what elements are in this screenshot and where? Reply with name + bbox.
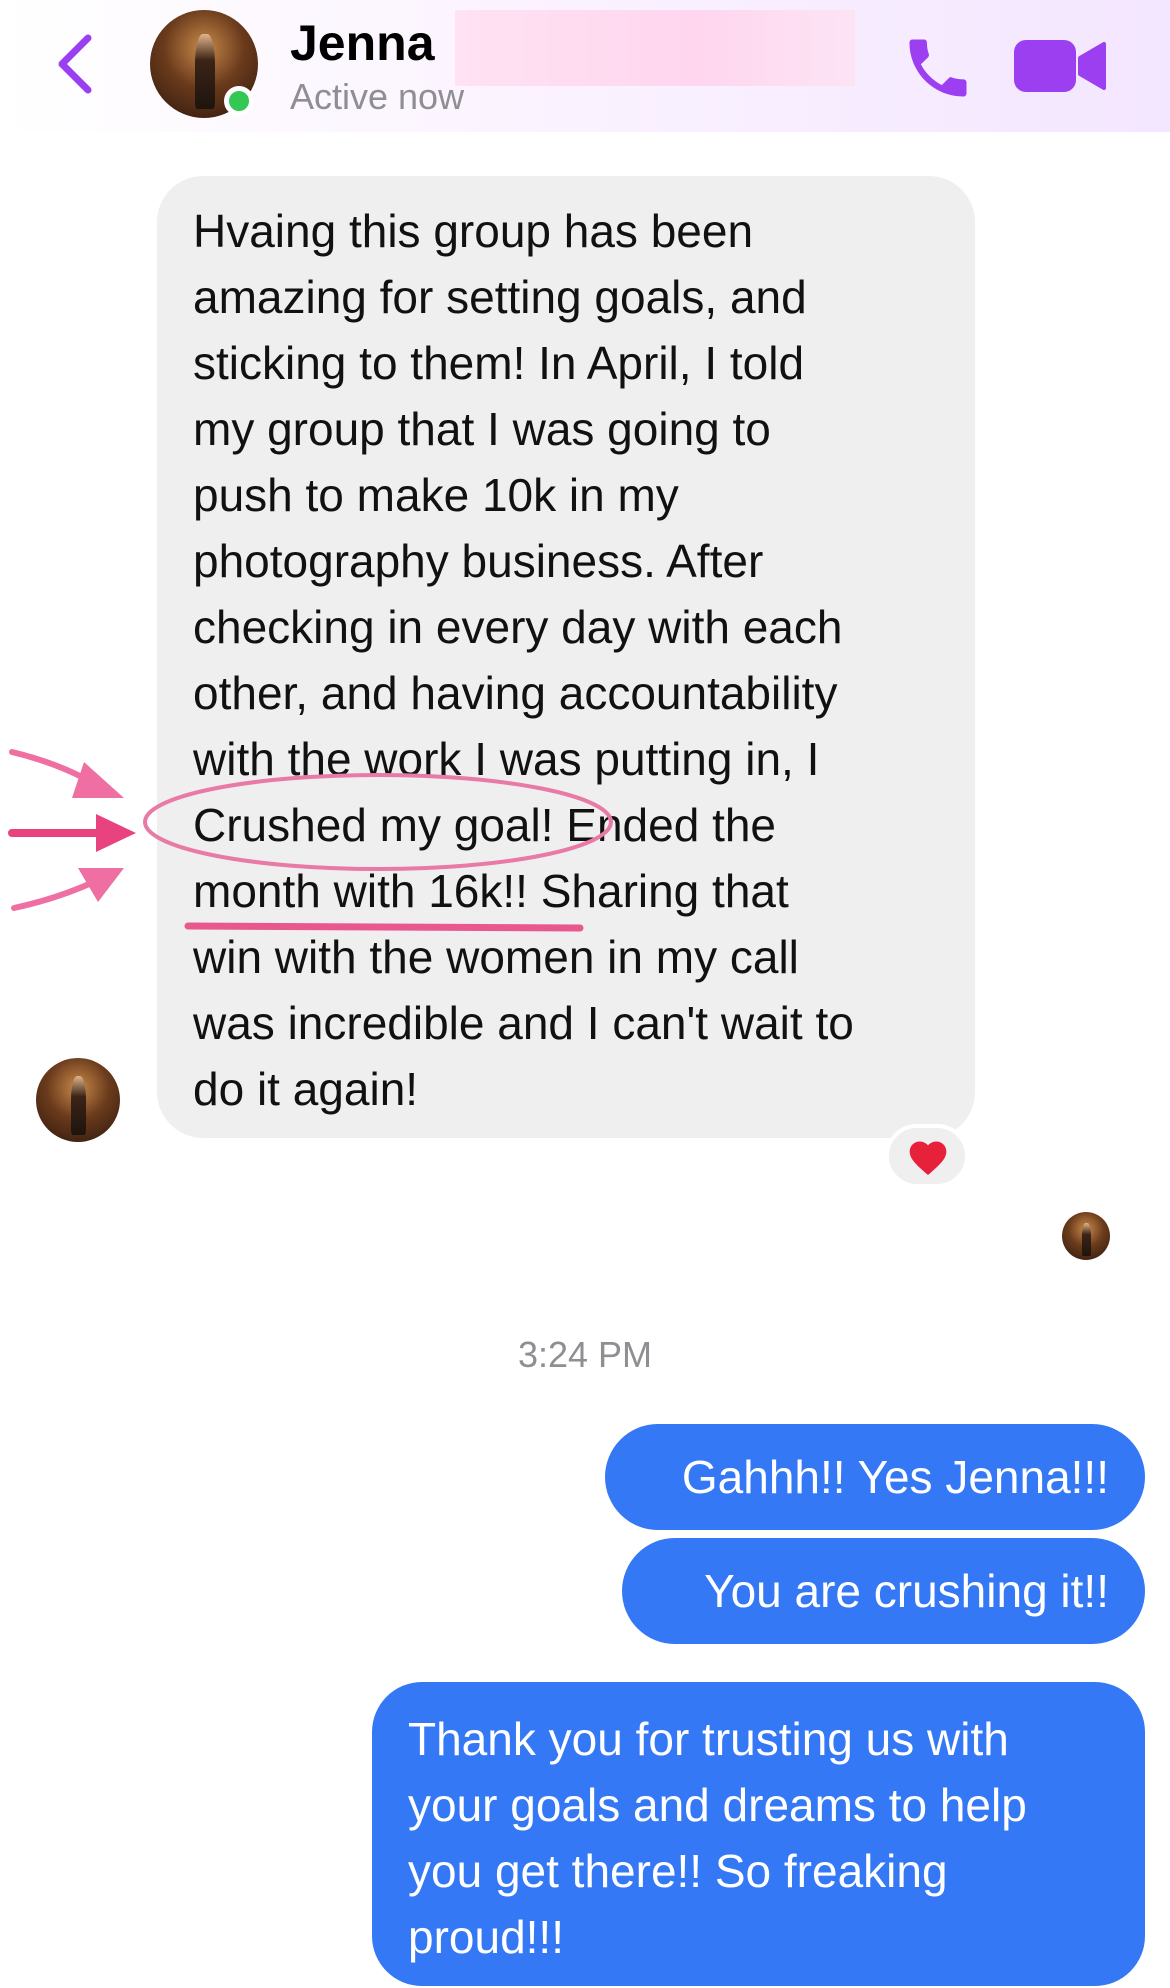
redacted-surname bbox=[455, 10, 855, 86]
annotation-arrow-icon bbox=[9, 749, 101, 789]
message-line: month with 16k!! Sharing that bbox=[193, 865, 789, 917]
message-line: win with the women in my call bbox=[193, 931, 799, 983]
message-line: other, and having accountability bbox=[193, 667, 838, 719]
outgoing-message-bubble[interactable]: Gahhh!! Yes Jenna!!! bbox=[605, 1424, 1145, 1530]
messenger-chat-screen: Jenna Active now Hvaing this group has b… bbox=[0, 0, 1170, 1988]
message-line: Crushed my goal! Ended the bbox=[193, 799, 777, 851]
video-camera-icon bbox=[1014, 40, 1106, 92]
message-line: your goals and dreams to help bbox=[408, 1779, 1027, 1831]
annotation-arrowhead-icon bbox=[72, 762, 124, 798]
message-text: Gahhh!! Yes Jenna!!! bbox=[681, 1451, 1109, 1503]
message-line: photography business. After bbox=[193, 535, 764, 587]
annotation-arrowhead-icon bbox=[78, 868, 124, 902]
message-timestamp: 3:24 PM bbox=[517, 1334, 653, 1375]
outgoing-message-bubble[interactable]: You are crushing it!! bbox=[622, 1538, 1145, 1644]
message-line: do it again! bbox=[193, 1063, 419, 1115]
message-line: push to make 10k in my bbox=[193, 469, 679, 521]
message-line: with the work I was putting in, I bbox=[193, 733, 820, 785]
message-line: you get there!! So freaking bbox=[408, 1845, 948, 1897]
message-line: proud!!! bbox=[408, 1911, 564, 1963]
chat-header: Jenna Active now bbox=[0, 0, 1170, 132]
message-text: You are crushing it!! bbox=[704, 1565, 1109, 1617]
voice-call-button[interactable] bbox=[900, 30, 976, 106]
red-heart-icon bbox=[909, 1141, 947, 1176]
message-line: my group that I was going to bbox=[193, 403, 771, 455]
contact-status: Active now bbox=[290, 76, 465, 117]
back-button[interactable] bbox=[48, 28, 108, 100]
annotation-arrowhead-icon bbox=[96, 814, 136, 852]
sender-avatar[interactable] bbox=[36, 1058, 120, 1142]
message-line: Thank you for trusting us with bbox=[408, 1713, 1009, 1765]
phone-icon bbox=[909, 39, 967, 97]
message-line: was incredible and I can't wait to bbox=[193, 997, 854, 1049]
message-line: amazing for setting goals, and bbox=[193, 271, 807, 323]
video-call-button[interactable] bbox=[1010, 36, 1110, 96]
read-receipt-avatar bbox=[1062, 1212, 1110, 1260]
message-line: Hvaing this group has been bbox=[193, 205, 754, 257]
online-status-dot bbox=[224, 86, 254, 116]
message-line: checking in every day with each bbox=[193, 601, 843, 653]
outgoing-message-bubble[interactable]: Thank you for trusting us with your goal… bbox=[372, 1682, 1145, 1986]
annotation-arrow-icon bbox=[11, 877, 101, 911]
message-line: sticking to them! In April, I told bbox=[193, 337, 805, 389]
incoming-message-bubble[interactable]: Hvaing this group has been amazing for s… bbox=[157, 176, 975, 1138]
contact-name[interactable]: Jenna bbox=[290, 14, 435, 72]
chevron-left-icon bbox=[58, 34, 92, 94]
message-reaction[interactable] bbox=[885, 1124, 969, 1188]
